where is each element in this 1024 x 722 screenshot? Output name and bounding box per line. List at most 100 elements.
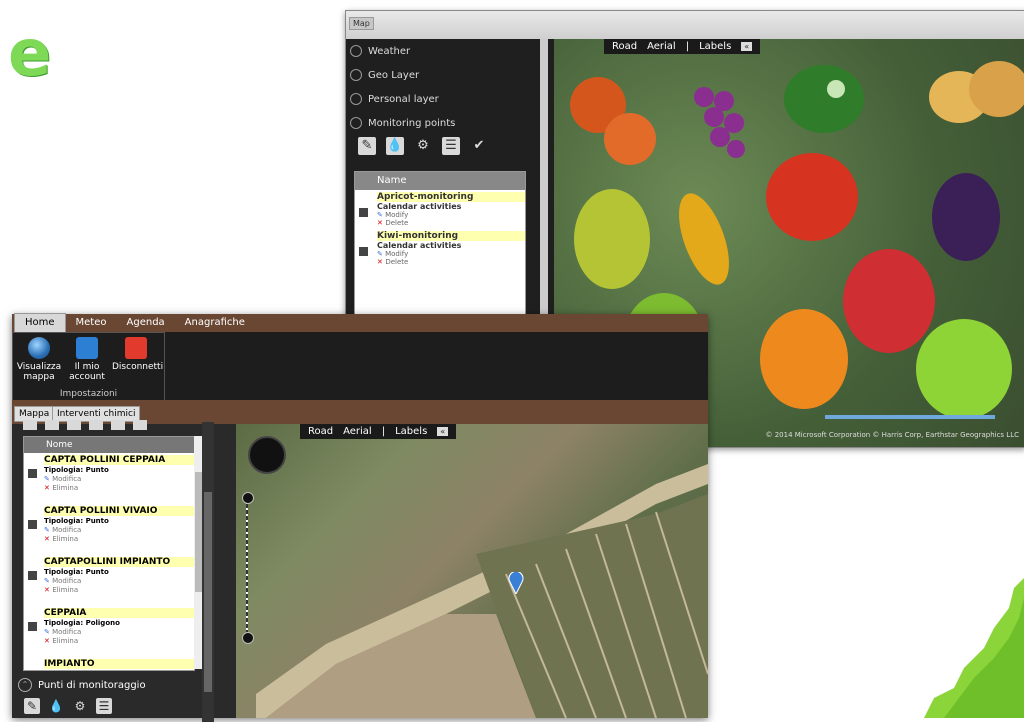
checkbox[interactable] xyxy=(359,247,368,256)
back-sidebar-scrollbar[interactable] xyxy=(540,39,548,319)
modify-link[interactable]: ✎ Modifica xyxy=(44,577,194,585)
menu-bar: Home Meteo Agenda Anagrafiche xyxy=(12,313,708,332)
tool-icon[interactable] xyxy=(45,420,59,430)
zoom-out-icon[interactable] xyxy=(242,632,254,644)
ribbon-group-label: Impostazioni xyxy=(59,389,118,399)
tab-home[interactable]: Home xyxy=(14,313,66,332)
tab-meteo[interactable]: Meteo xyxy=(66,314,117,332)
drop-icon[interactable]: 💧 xyxy=(386,137,404,155)
punti-monitoraggio-layer[interactable]: ⌃ Punti di monitoraggio xyxy=(18,678,146,692)
map-copyright: © 2014 Microsoft Corporation © Harris Co… xyxy=(765,431,1019,439)
checkbox[interactable] xyxy=(28,571,37,580)
list-header: Nome xyxy=(24,437,194,453)
gear-icon[interactable]: ⚙ xyxy=(72,698,88,714)
sidebar-scrollbar[interactable] xyxy=(202,422,214,722)
tool-icon[interactable] xyxy=(23,420,37,430)
delete-link[interactable]: ✕ Delete xyxy=(377,219,525,227)
collapse-toolbar-button[interactable]: « xyxy=(437,427,449,436)
tool-icon[interactable] xyxy=(67,420,81,430)
edit-icon[interactable]: ✎ xyxy=(24,698,40,714)
list-icon[interactable]: ☰ xyxy=(442,137,460,155)
list-item[interactable]: IMPIANTO xyxy=(24,657,194,670)
list-item[interactable]: Kiwi-monitoring Calendar activities ✎ Mo… xyxy=(355,229,525,268)
tab-anagrafiche[interactable]: Anagrafiche xyxy=(175,314,255,332)
ribbon-group-impostazioni: Visualizza mappa Il mio account Disconne… xyxy=(12,332,165,402)
power-icon xyxy=(125,337,147,359)
modify-link[interactable]: ✎ Modifica xyxy=(44,628,194,636)
item-type: Tipologia: Punto xyxy=(44,517,109,525)
modify-link[interactable]: ✎ Modify xyxy=(377,211,525,219)
check-icon[interactable]: ✔ xyxy=(470,137,488,155)
list-item[interactable]: CAPTA POLLINI CEPPAIA Tipologia: Punto ✎… xyxy=(24,453,194,504)
button-label: Il mio account xyxy=(69,362,105,382)
logout-button[interactable]: Disconnetti xyxy=(112,337,164,372)
drop-icon[interactable]: 💧 xyxy=(48,698,64,714)
checkbox[interactable] xyxy=(28,469,37,478)
checkbox[interactable] xyxy=(28,622,37,631)
user-icon xyxy=(76,337,98,359)
modify-link[interactable]: ✎ Modifica xyxy=(44,475,194,483)
zoom-slider[interactable] xyxy=(242,492,254,644)
view-map-button[interactable]: Visualizza mappa xyxy=(15,337,63,382)
layer-label: Monitoring points xyxy=(368,118,456,129)
list-icon[interactable]: ☰ xyxy=(96,698,112,714)
expand-icon xyxy=(350,93,362,105)
item-type: Calendar activities xyxy=(377,241,462,250)
layer-label: Geo Layer xyxy=(368,70,420,81)
road-button[interactable]: Road xyxy=(308,426,333,437)
list-item[interactable]: CAPTAPOLLINI IMPIANTO Tipologia: Punto ✎… xyxy=(24,555,194,606)
modify-link[interactable]: ✎ Modifica xyxy=(44,526,194,534)
expand-icon xyxy=(350,117,362,129)
tool-icon[interactable] xyxy=(89,420,103,430)
button-label: Visualizza mappa xyxy=(16,362,62,382)
item-name: CAPTA POLLINI VIVAIO xyxy=(44,506,194,516)
tab-agenda[interactable]: Agenda xyxy=(117,314,175,332)
checkbox[interactable] xyxy=(359,208,368,217)
delete-link[interactable]: ✕ Elimina xyxy=(44,637,194,645)
delete-link[interactable]: ✕ Elimina xyxy=(44,535,194,543)
delete-link[interactable]: ✕ Delete xyxy=(377,258,525,266)
back-window-tab[interactable]: Map xyxy=(349,17,374,30)
delete-link[interactable]: ✕ Elimina xyxy=(44,484,194,492)
zoom-in-icon[interactable] xyxy=(242,492,254,504)
item-name: CAPTA POLLINI CEPPAIA xyxy=(44,455,194,465)
back-layer-geo[interactable]: Geo Layer xyxy=(350,69,540,89)
back-item-list: Name Apricot-monitoring Calendar activit… xyxy=(354,171,526,321)
tool-icon[interactable] xyxy=(133,420,147,430)
front-map-view[interactable]: Road Aerial | Labels « xyxy=(236,424,708,718)
checkbox[interactable] xyxy=(28,520,37,529)
scroll-thumb[interactable] xyxy=(204,492,212,692)
tool-icon[interactable] xyxy=(111,420,125,430)
item-type: Calendar activities xyxy=(377,202,462,211)
map-scale-bar xyxy=(825,415,995,419)
back-layer-weather[interactable]: Weather xyxy=(350,45,540,65)
item-name: CEPPAIA xyxy=(44,608,194,618)
item-name: Kiwi-monitoring xyxy=(377,231,525,241)
labels-button[interactable]: Labels xyxy=(395,426,427,437)
aerial-button[interactable]: Aerial xyxy=(343,426,372,437)
back-layer-monitoring[interactable]: Monitoring points xyxy=(350,117,540,137)
delete-link[interactable]: ✕ Elimina xyxy=(44,586,194,594)
expand-icon xyxy=(350,69,362,81)
list-item[interactable]: Apricot-monitoring Calendar activities ✎… xyxy=(355,190,525,229)
item-type: Tipologia: Punto xyxy=(44,568,109,576)
item-type: Tipologia: Punto xyxy=(44,466,109,474)
pan-control[interactable] xyxy=(248,436,286,474)
map-marker-icon[interactable] xyxy=(508,572,524,594)
edit-icon[interactable]: ✎ xyxy=(358,137,376,155)
gear-icon[interactable]: ⚙ xyxy=(414,137,432,155)
back-layer-personal[interactable]: Personal layer xyxy=(350,93,540,113)
layer-label: Punti di monitoraggio xyxy=(38,680,146,691)
list-item[interactable]: CEPPAIA Tipologia: Poligono ✎ Modifica ✕… xyxy=(24,606,194,657)
back-toolbar: ✎ 💧 ⚙ ☰ ✔ xyxy=(358,137,488,155)
expand-icon xyxy=(350,45,362,57)
button-label: Disconnetti xyxy=(112,362,164,372)
ribbon: Visualizza mappa Il mio account Disconne… xyxy=(12,332,708,402)
punti-toolbar: ✎ 💧 ⚙ ☰ xyxy=(24,698,112,714)
my-account-button[interactable]: Il mio account xyxy=(63,337,111,382)
item-name: Apricot-monitoring xyxy=(377,192,525,202)
item-name: IMPIANTO xyxy=(44,659,194,669)
modify-link[interactable]: ✎ Modify xyxy=(377,250,525,258)
list-item[interactable]: CAPTA POLLINI VIVAIO Tipologia: Punto ✎ … xyxy=(24,504,194,555)
front-item-list: Nome CAPTA POLLINI CEPPAIA Tipologia: Pu… xyxy=(23,436,195,671)
